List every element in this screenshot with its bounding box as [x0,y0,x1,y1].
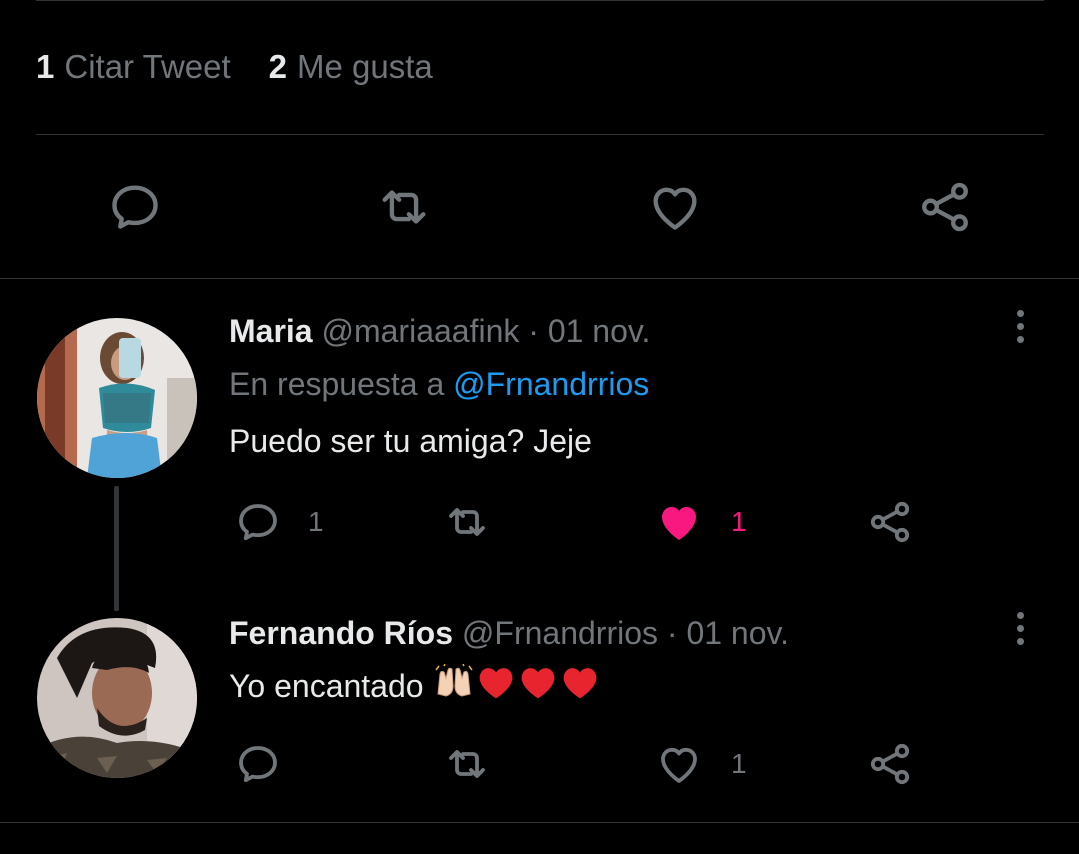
share-icon [870,743,910,785]
bottom-divider [0,822,1079,823]
likes-count: 2 [268,48,288,85]
share-button[interactable] [866,498,914,546]
stats-divider [36,134,1044,135]
tweet-date[interactable]: · 01 nov. [667,615,789,651]
retweet-icon [449,508,485,536]
red-heart-emoji [560,664,600,708]
reply-button[interactable] [105,177,165,237]
share-button[interactable] [866,740,914,788]
like-button[interactable]: 1 [655,498,747,546]
more-options-button[interactable] [1013,310,1027,343]
like-button[interactable] [645,177,705,237]
retweet-button[interactable] [443,498,491,546]
author-handle[interactable]: @Frnandrrios [462,615,658,651]
likes-label: Me gusta [297,48,433,85]
avatar-photo [37,318,197,478]
retweet-button[interactable] [374,177,434,237]
avatar-photo [37,618,197,778]
reply-count: 1 [308,506,324,537]
tweet-text-content: Yo encantado [229,667,424,704]
reply-button[interactable] [234,740,282,788]
reply-header: Maria @mariaaafink · 01 nov. [229,313,650,350]
author-name[interactable]: Fernando Ríos [229,615,453,651]
reply-icon [112,185,158,229]
retweet-icon [449,750,485,778]
tweet-text: Puedo ser tu amiga? Jeje [229,423,592,459]
replying-to-prefix: En respuesta a [229,366,445,402]
tweet-text: Yo encantado [229,663,600,708]
like-button[interactable]: 1 [655,740,747,788]
retweet-button[interactable] [443,740,491,788]
share-icon [922,182,968,232]
tweet-stats: 1 Citar Tweet 2 Me gusta [36,48,433,86]
share-icon [870,501,910,543]
raising-hands-emoji [434,663,474,708]
replying-to-mention[interactable]: @Frnandrrios [453,366,649,402]
thread-connector [114,486,119,611]
like-count: 1 [731,748,747,779]
likes-link[interactable]: 2 Me gusta [269,48,433,86]
quote-count: 1 [36,48,55,85]
red-heart-emoji [476,664,516,708]
reply-header: Fernando Ríos @Frnandrrios · 01 nov. [229,615,789,652]
heart-icon [661,747,697,783]
avatar-maria[interactable] [37,318,197,478]
more-options-button[interactable] [1013,612,1027,645]
tweet-date[interactable]: · 01 nov. [528,313,650,349]
reply-button[interactable]: 1 [234,498,324,546]
author-name[interactable]: Maria [229,313,313,349]
retweet-icon [382,190,426,224]
heart-icon [653,187,697,230]
avatar-fernando[interactable] [37,618,197,778]
quote-tweets-link[interactable]: 1 Citar Tweet [36,48,231,86]
reply-icon [239,504,277,541]
actions-divider [0,278,1079,279]
author-handle[interactable]: @mariaaafink [321,313,519,349]
share-button[interactable] [915,177,975,237]
quote-label: Citar Tweet [64,48,231,85]
replying-to: En respuesta a @Frnandrrios [229,366,649,403]
reply-icon [239,746,277,783]
heart-filled-icon [662,507,696,540]
red-heart-emoji [518,664,558,708]
top-divider [36,0,1044,1]
like-count: 1 [731,506,747,537]
